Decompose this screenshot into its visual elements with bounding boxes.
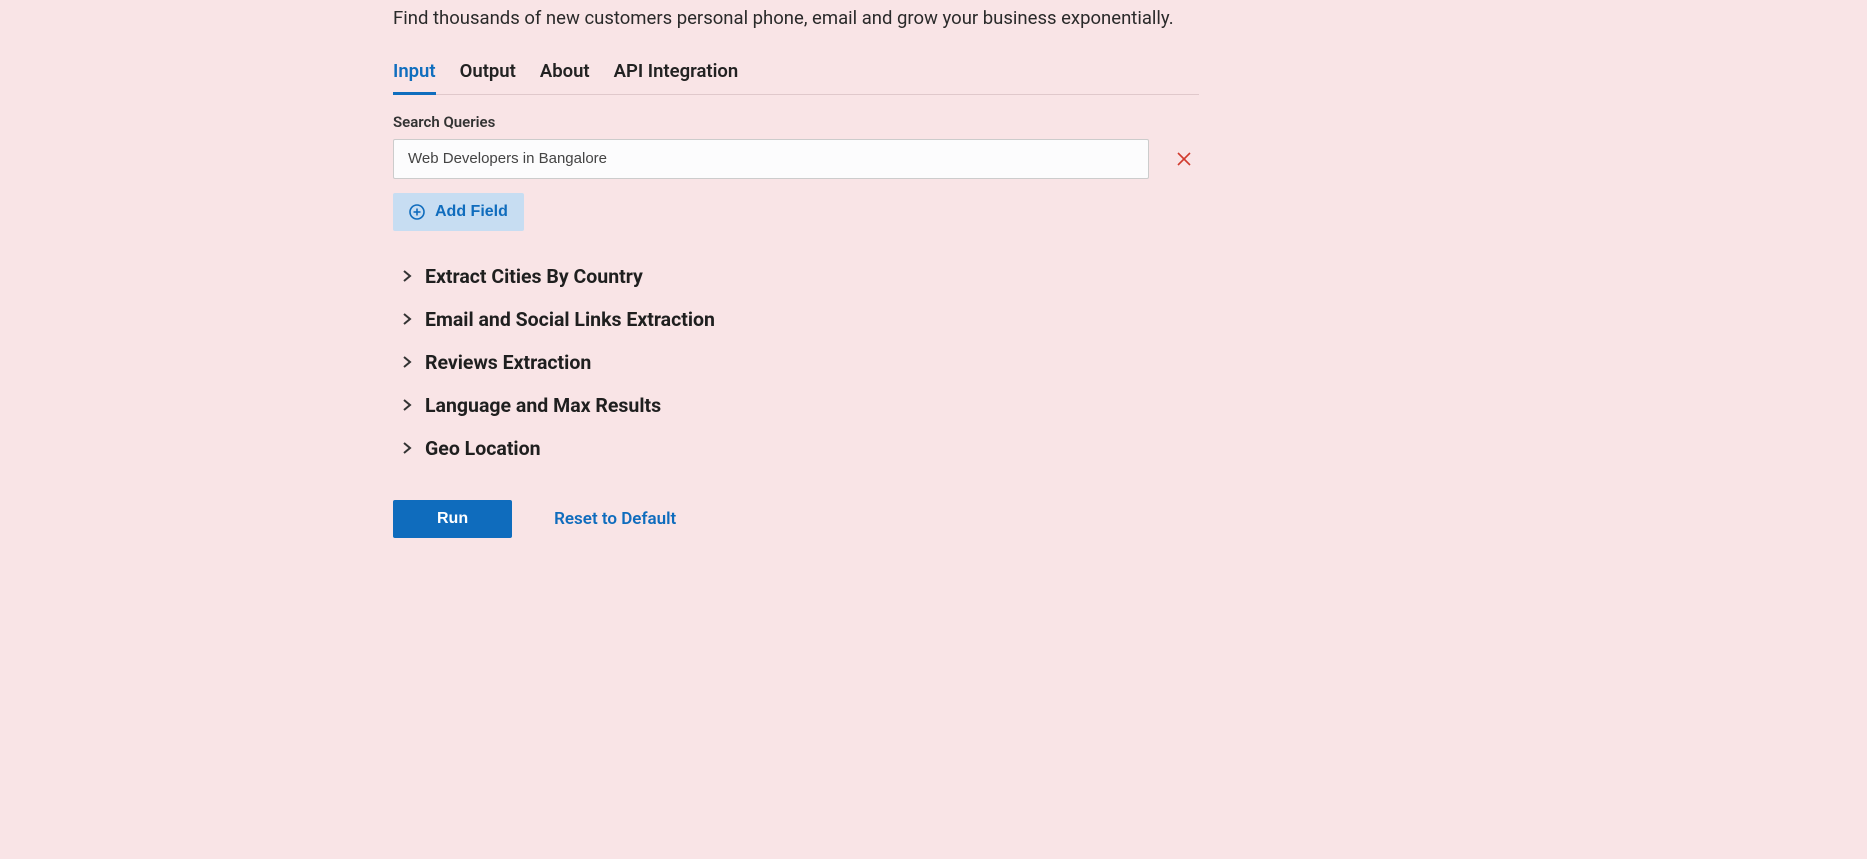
search-query-input[interactable] xyxy=(393,139,1149,179)
tab-api-integration[interactable]: API Integration xyxy=(614,60,739,95)
tab-about[interactable]: About xyxy=(540,60,590,95)
add-field-button[interactable]: Add Field xyxy=(393,193,524,231)
section-reviews[interactable]: Reviews Extraction xyxy=(401,341,1199,384)
close-icon xyxy=(1177,152,1191,166)
chevron-right-icon xyxy=(401,313,413,325)
section-language-max[interactable]: Language and Max Results xyxy=(401,384,1199,427)
search-query-row xyxy=(393,139,1199,179)
collapsible-section-list: Extract Cities By Country Email and Soci… xyxy=(401,255,1199,470)
reset-to-default-link[interactable]: Reset to Default xyxy=(554,509,676,529)
section-extract-cities[interactable]: Extract Cities By Country xyxy=(401,255,1199,298)
tab-input[interactable]: Input xyxy=(393,60,436,95)
add-field-label: Add Field xyxy=(435,203,508,221)
section-email-social[interactable]: Email and Social Links Extraction xyxy=(401,298,1199,341)
section-title: Language and Max Results xyxy=(425,394,661,417)
plus-circle-icon xyxy=(409,204,425,220)
chevron-right-icon xyxy=(401,356,413,368)
section-title: Email and Social Links Extraction xyxy=(425,308,715,331)
remove-field-button[interactable] xyxy=(1173,148,1195,170)
tab-bar: Input Output About API Integration xyxy=(393,60,1199,95)
page-subtitle: Find thousands of new customers personal… xyxy=(393,6,1199,32)
chevron-right-icon xyxy=(401,270,413,282)
chevron-right-icon xyxy=(401,399,413,411)
search-queries-label: Search Queries xyxy=(393,113,1199,131)
tab-output[interactable]: Output xyxy=(460,60,516,95)
chevron-right-icon xyxy=(401,442,413,454)
section-title: Extract Cities By Country xyxy=(425,265,643,288)
run-button[interactable]: Run xyxy=(393,500,512,538)
section-title: Reviews Extraction xyxy=(425,351,591,374)
section-title: Geo Location xyxy=(425,437,541,460)
section-geo-location[interactable]: Geo Location xyxy=(401,427,1199,470)
form-actions: Run Reset to Default xyxy=(393,500,1199,538)
